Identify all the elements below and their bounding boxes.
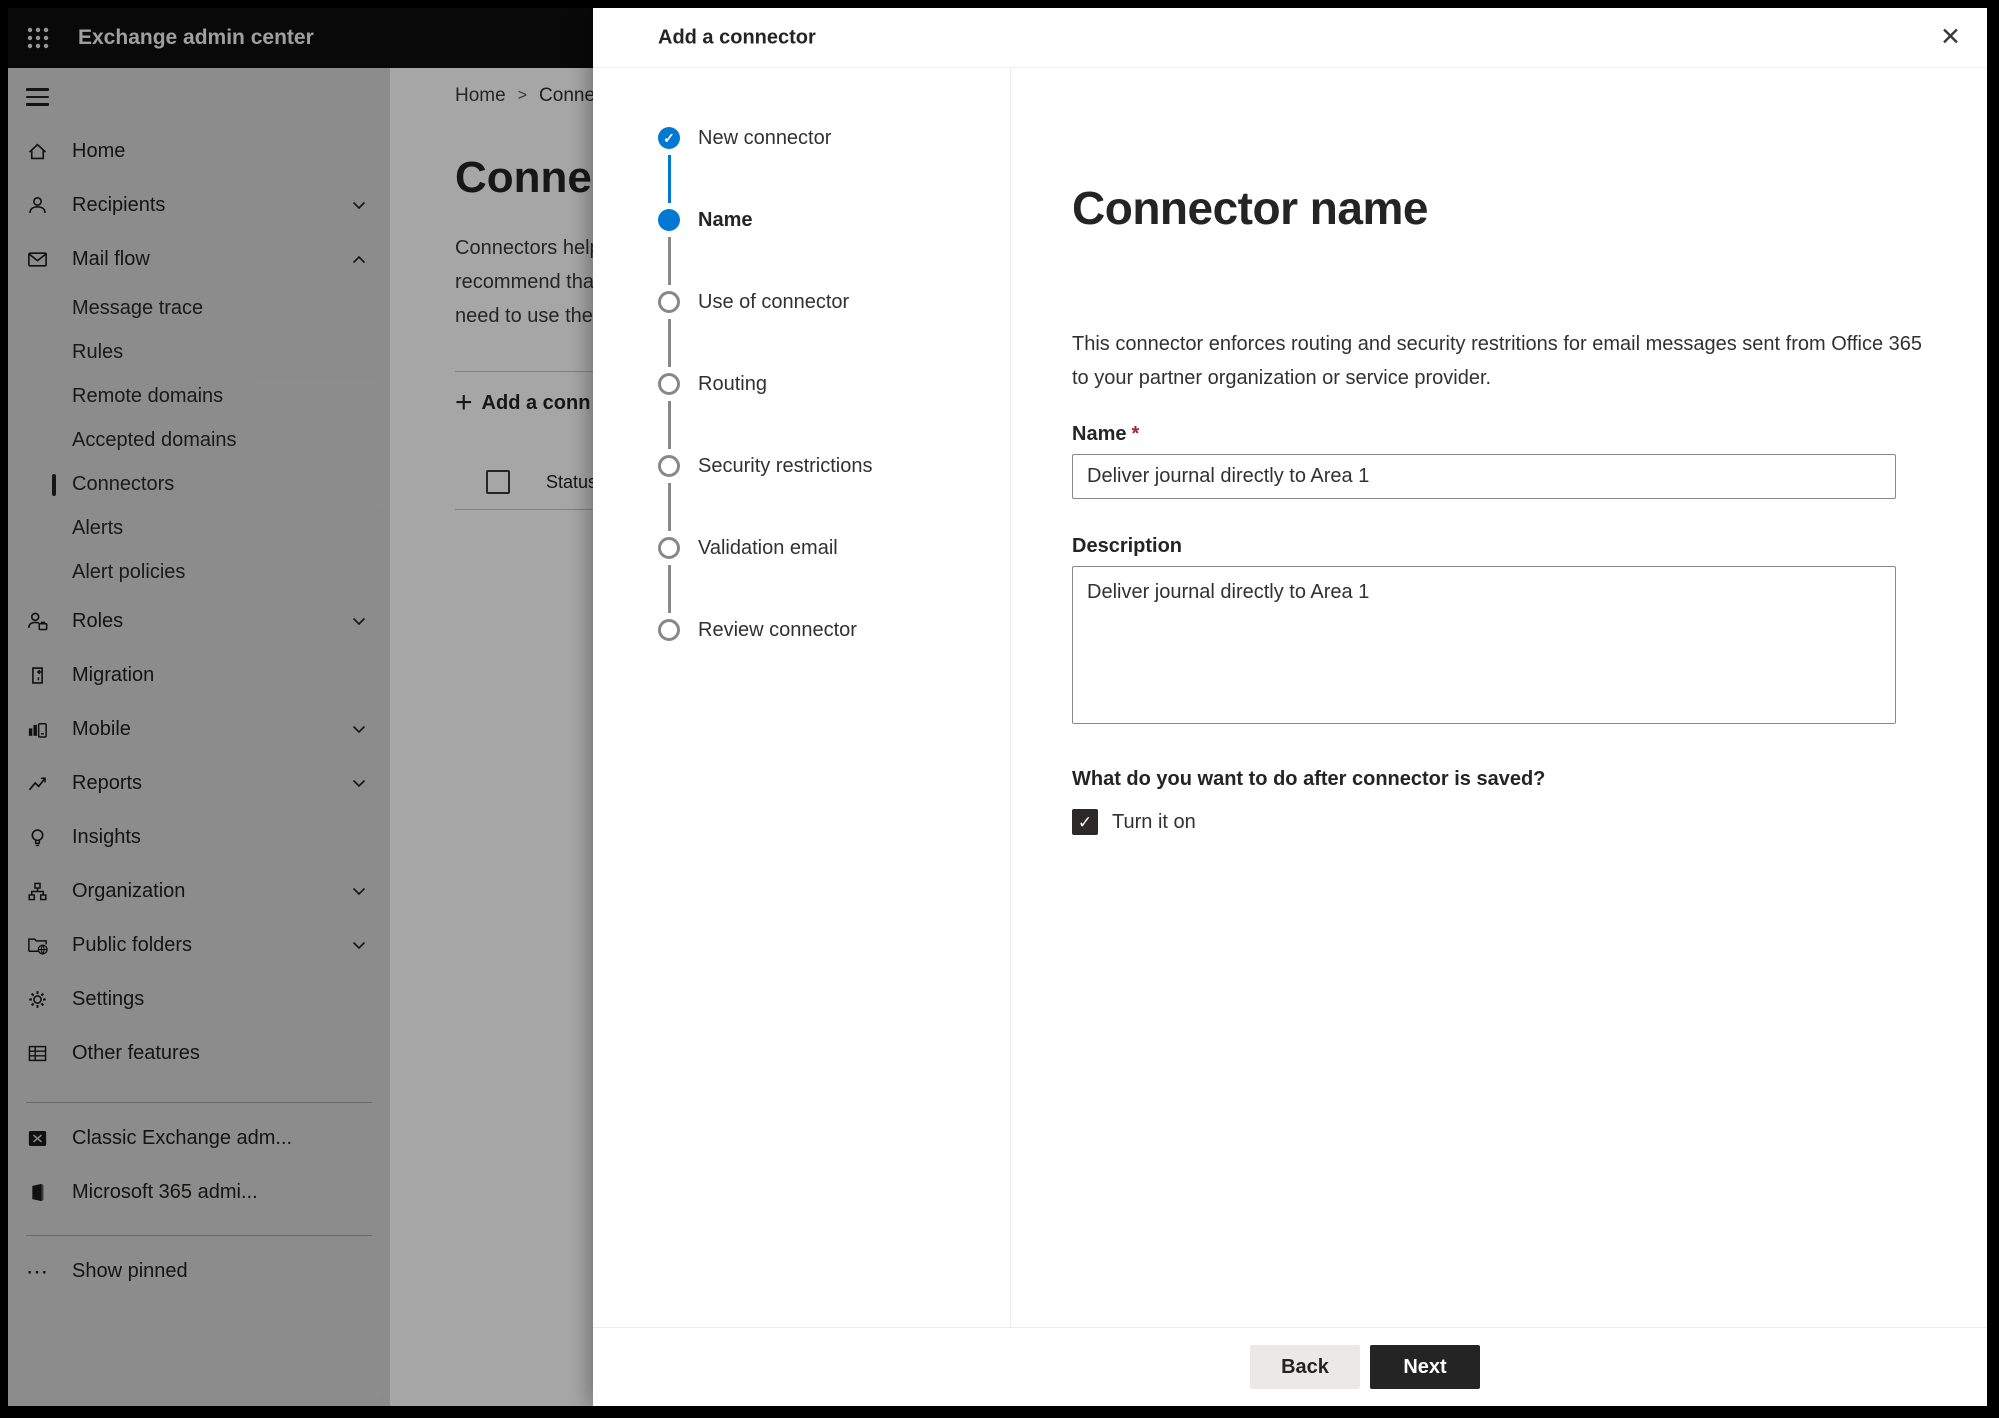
step-validation-email: Validation email — [593, 537, 1010, 619]
connector-name-input[interactable] — [1072, 454, 1896, 499]
next-button[interactable]: Next — [1370, 1345, 1480, 1389]
step-new-connector: ✓ New connector — [593, 127, 1010, 209]
panel-footer: Back Next — [593, 1327, 1987, 1406]
step-review-connector: Review connector — [593, 619, 1010, 701]
turn-it-on-label: Turn it on — [1112, 810, 1196, 833]
add-connector-panel: Add a connector ✕ ✓ New connector Name U… — [593, 8, 1987, 1406]
required-asterisk: * — [1131, 423, 1140, 445]
step-completed-indicator: ✓ — [658, 127, 680, 149]
connector-description-input[interactable]: Deliver journal directly to Area 1 — [1072, 566, 1896, 724]
check-icon: ✓ — [1077, 812, 1093, 832]
step-name: Name — [593, 209, 1010, 291]
step-current-indicator — [658, 209, 680, 231]
description-field-label: Description — [1072, 535, 1183, 557]
step-routing: Routing — [593, 373, 1010, 455]
wizard-main-content: Connector name This connector enforces r… — [1011, 69, 1987, 1327]
turn-it-on-row: ✓ Turn it on — [1072, 809, 1987, 835]
wizard-steps: ✓ New connector Name Use of connector Ro… — [593, 69, 1011, 1327]
after-save-question: What do you want to do after connector i… — [1072, 768, 1546, 790]
footer-buttons: Back Next — [1250, 1345, 1480, 1389]
name-field-label: Name * — [1072, 423, 1140, 445]
check-icon: ✓ — [663, 130, 675, 146]
panel-body: ✓ New connector Name Use of connector Ro… — [593, 69, 1987, 1327]
page-title: Connector name — [1072, 182, 1428, 234]
step-todo-indicator — [658, 619, 680, 641]
back-button[interactable]: Back — [1250, 1345, 1360, 1389]
step-use-of-connector: Use of connector — [593, 291, 1010, 373]
step-security-restrictions: Security restrictions — [593, 455, 1010, 537]
step-todo-indicator — [658, 291, 680, 313]
connector-description-text: This connector enforces routing and secu… — [1072, 333, 1923, 389]
panel-title: Add a connector — [658, 26, 816, 48]
turn-it-on-checkbox[interactable]: ✓ — [1072, 809, 1098, 835]
step-todo-indicator — [658, 455, 680, 477]
step-todo-indicator — [658, 373, 680, 395]
panel-header: Add a connector ✕ — [593, 8, 1987, 68]
step-todo-indicator — [658, 537, 680, 559]
exchange-admin-center-app: Exchange admin center Home Recipients Ma… — [8, 8, 1987, 1406]
close-icon[interactable]: ✕ — [1940, 22, 1961, 52]
